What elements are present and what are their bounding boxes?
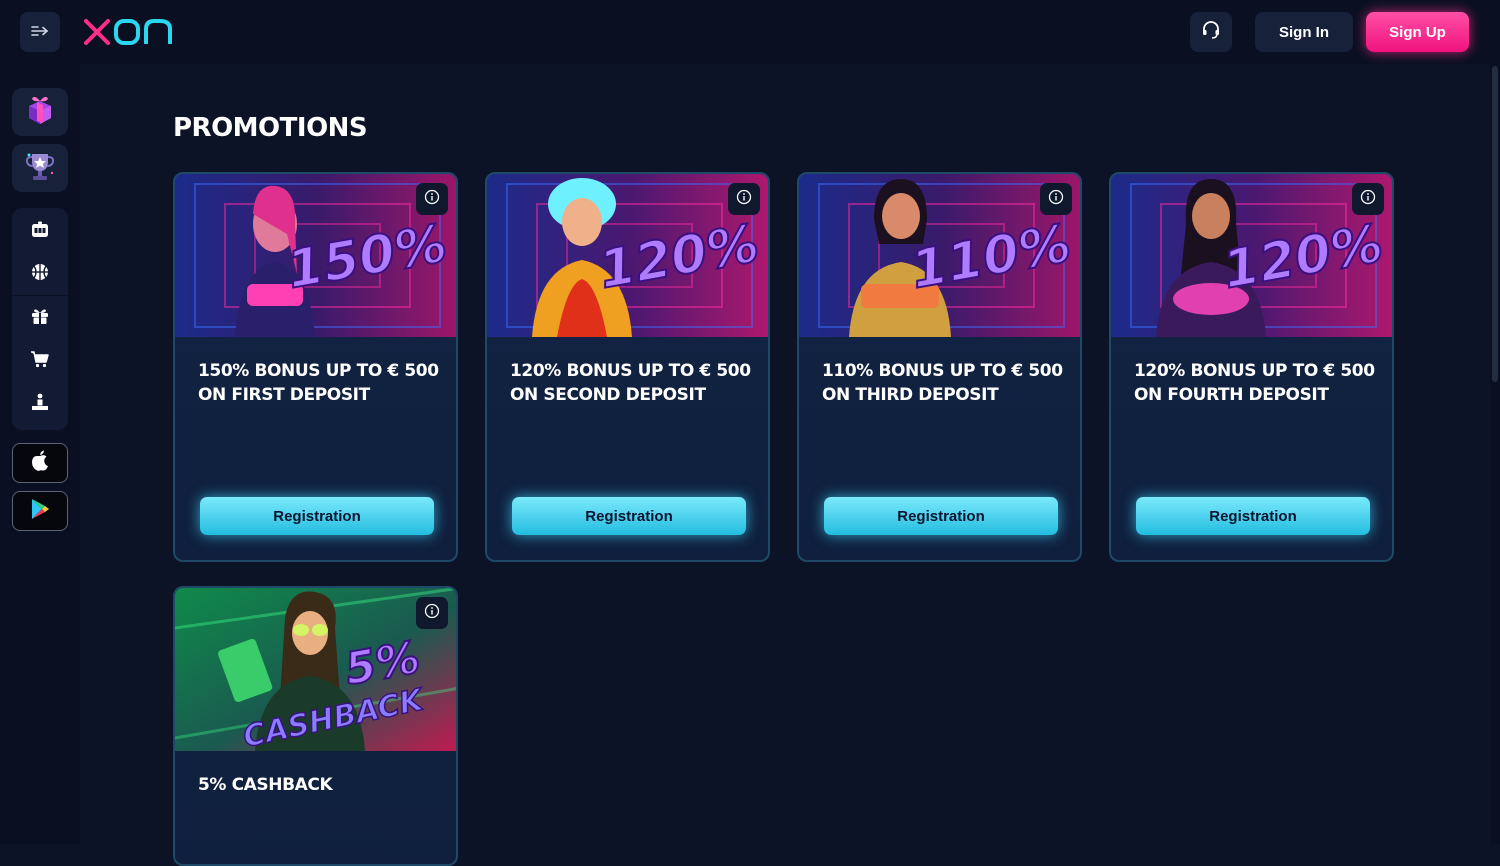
xon-logo-mark xyxy=(84,19,172,45)
info-button[interactable] xyxy=(416,597,448,629)
promo-title: 120% BONUS UP TO € 500 ON SECOND DEPOSIT xyxy=(510,361,751,405)
info-button[interactable] xyxy=(1352,183,1384,215)
promo-card-fourth-deposit: 120% 120% BONUS UP TO € 500 ON FOURTH DE… xyxy=(1109,172,1394,562)
promo-card-third-deposit: 110% 110% BONUS UP TO € 500 ON THIRD DEP… xyxy=(797,172,1082,562)
xon-logo[interactable]: xon xyxy=(84,12,174,52)
promo-card-second-deposit: 120% 120% BONUS UP TO € 500 ON SECOND DE… xyxy=(485,172,770,562)
sidebar-item-vip[interactable] xyxy=(12,384,68,424)
apple-icon xyxy=(30,450,50,476)
trophy-icon xyxy=(23,149,57,187)
info-button[interactable] xyxy=(1040,183,1072,215)
headset-icon xyxy=(1201,20,1221,44)
gift-icon xyxy=(30,306,50,330)
info-button[interactable] xyxy=(728,183,760,215)
scrollbar-thumb[interactable] xyxy=(1492,66,1498,382)
slot-machine-icon xyxy=(30,220,50,244)
info-icon xyxy=(736,189,752,209)
sidebar-item-shop[interactable] xyxy=(12,341,68,381)
promo-banner[interactable]: 120% xyxy=(487,174,768,337)
cart-icon xyxy=(30,349,50,373)
expand-menu-icon xyxy=(30,23,50,42)
promo-card-cashback: 5% CASHBACK 5% CASHBACK xyxy=(173,586,458,866)
sidebar-item-promotions[interactable] xyxy=(12,88,68,136)
promo-banner[interactable]: 120% xyxy=(1111,174,1392,337)
registration-button[interactable]: Registration xyxy=(824,497,1058,535)
info-button[interactable] xyxy=(416,183,448,215)
registration-button[interactable]: Registration xyxy=(1136,497,1370,535)
registration-button[interactable]: Registration xyxy=(512,497,746,535)
page-scrollbar[interactable] xyxy=(1490,64,1500,844)
sidebar-item-casino[interactable] xyxy=(12,212,68,252)
expand-menu-button[interactable] xyxy=(20,12,60,52)
info-icon xyxy=(1360,189,1376,209)
info-icon xyxy=(424,603,440,623)
sidebar xyxy=(0,64,80,844)
info-icon xyxy=(424,189,440,209)
promo-banner[interactable]: 150% xyxy=(175,174,456,337)
sidebar-nav-group xyxy=(12,208,68,430)
promo-banner[interactable]: 5% CASHBACK xyxy=(175,588,456,751)
registration-button[interactable]: Registration xyxy=(200,497,434,535)
info-icon xyxy=(1048,189,1064,209)
promo-title: 110% BONUS UP TO € 500 ON THIRD DEPOSIT xyxy=(822,361,1063,405)
sign-in-button[interactable]: Sign In xyxy=(1255,12,1353,52)
google-play-icon xyxy=(30,498,50,524)
sidebar-item-sports[interactable] xyxy=(12,254,68,294)
promo-card-first-deposit: 150% 150% BONUS UP TO € 500 ON FIRST DEP… xyxy=(173,172,458,562)
ios-app-button[interactable] xyxy=(12,443,68,483)
promo-title: 5% CASHBACK xyxy=(198,775,333,795)
podium-icon xyxy=(30,392,50,416)
promo-title: 150% BONUS UP TO € 500 ON FIRST DEPOSIT xyxy=(198,361,439,405)
gift-box-icon xyxy=(25,94,55,130)
sidebar-item-bonuses[interactable] xyxy=(12,298,68,338)
sidebar-divider xyxy=(12,295,68,296)
support-button[interactable] xyxy=(1190,12,1232,52)
sign-up-button[interactable]: Sign Up xyxy=(1366,12,1469,52)
promo-banner[interactable]: 110% xyxy=(799,174,1080,337)
sidebar-item-tournaments[interactable] xyxy=(12,144,68,192)
top-bar: xon Sign In Sign Up xyxy=(0,0,1500,64)
basketball-icon xyxy=(30,262,50,286)
page-title: PROMOTIONS xyxy=(173,113,368,143)
android-app-button[interactable] xyxy=(12,491,68,531)
promo-title: 120% BONUS UP TO € 500 ON FOURTH DEPOSIT xyxy=(1134,361,1375,405)
